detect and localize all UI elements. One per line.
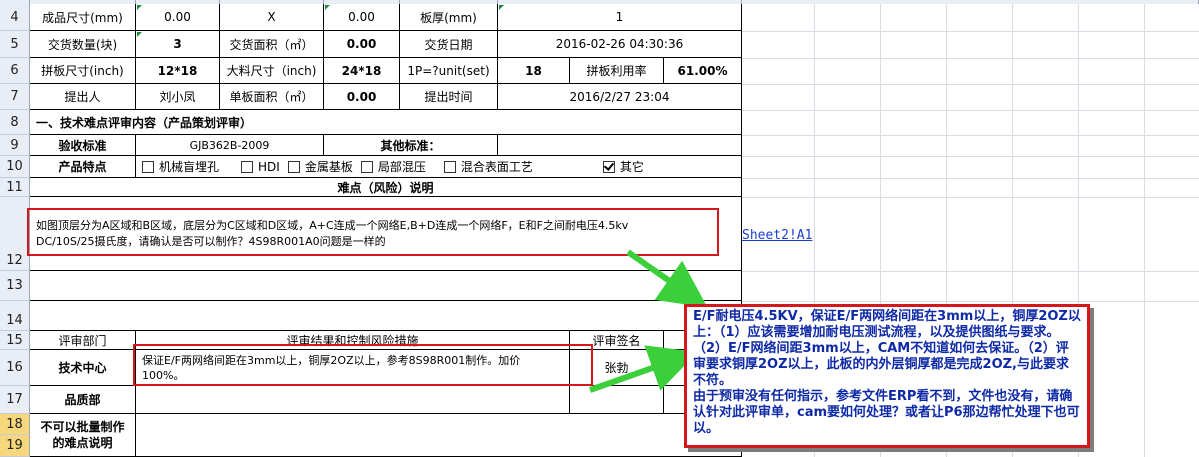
arrow-icon	[589, 345, 698, 393]
annotation-note[interactable]: E/F耐电压4.5KV，保证E/F两网络间距在3mm以上，铜厚2OZ以上：（1）…	[684, 304, 1090, 448]
arrow-icon	[626, 249, 708, 308]
